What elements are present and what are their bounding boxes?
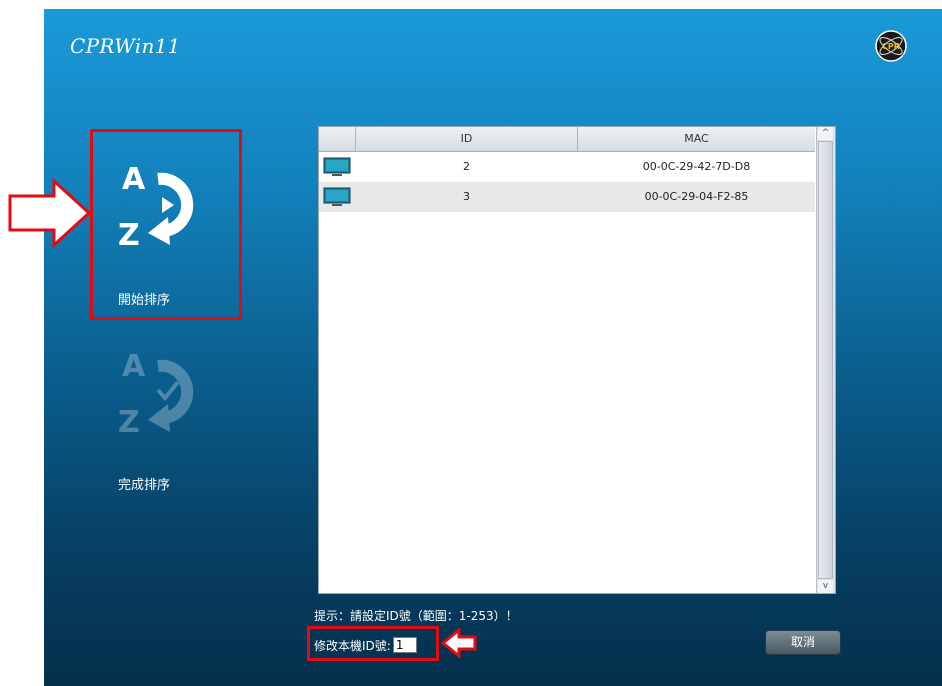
- row-id: 3: [463, 190, 470, 203]
- row-mac: 00-0C-29-42-7D-D8: [642, 160, 751, 173]
- column-header-icon[interactable]: [319, 127, 356, 151]
- highlight-box-start-sort: [90, 129, 242, 320]
- vertical-scrollbar[interactable]: ^ v: [816, 127, 835, 593]
- table-header: ID MAC: [319, 127, 815, 152]
- scroll-up-icon[interactable]: ^: [818, 127, 833, 140]
- logo-text: CPR: [882, 42, 900, 51]
- highlight-box-id-input: [307, 626, 439, 661]
- row-icon-cell: [321, 182, 351, 212]
- sort-a-z-check-icon: A Z: [118, 349, 194, 438]
- row-id: 2: [463, 160, 470, 173]
- finish-sort-label: 完成排序: [118, 478, 171, 493]
- column-header-id[interactable]: ID: [356, 127, 578, 151]
- finish-sort-button[interactable]: A Z 完成排序: [94, 339, 240, 525]
- row-icon-cell: [321, 152, 351, 182]
- scroll-down-icon[interactable]: v: [818, 580, 833, 593]
- arrow-left-icon: [441, 628, 477, 658]
- scroll-thumb[interactable]: [818, 141, 833, 579]
- table-row[interactable]: 2 00-0C-29-42-7D-D8: [319, 152, 815, 182]
- monitor-icon: [323, 157, 351, 176]
- row-mac: 00-0C-29-04-F2-85: [644, 190, 749, 203]
- device-table: ID MAC 2 00-0C-29-42-7D-D8 3 00-0C-29-04…: [318, 126, 836, 594]
- monitor-icon: [323, 187, 351, 206]
- svg-text:Z: Z: [118, 405, 140, 438]
- arrow-right-icon: [8, 178, 92, 248]
- column-header-mac[interactable]: MAC: [578, 127, 815, 151]
- cancel-button[interactable]: 取消: [765, 630, 841, 655]
- svg-text:A: A: [122, 349, 146, 384]
- cpr-logo: CPR: [875, 30, 907, 62]
- table-row[interactable]: 3 00-0C-29-04-F2-85: [319, 182, 815, 212]
- app-title: CPRWin11: [70, 34, 181, 58]
- app-window: CPRWin11 CPR A Z 開始排序 A Z 完成排序 ID MAC 2 …: [44, 9, 942, 686]
- id-range-hint: 提示：請設定ID號（範圍：1-253）！: [314, 609, 518, 623]
